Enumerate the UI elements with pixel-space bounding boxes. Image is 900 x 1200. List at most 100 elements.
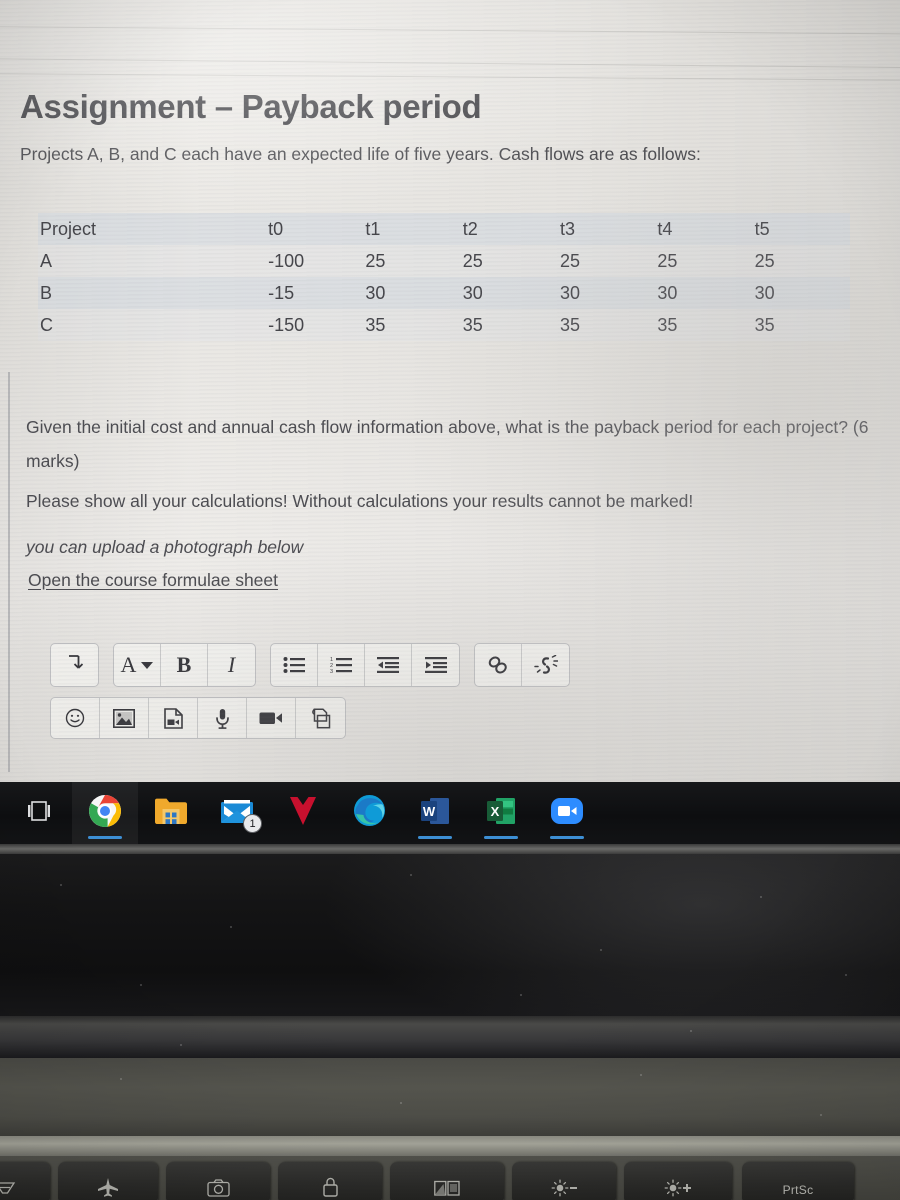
taskbar-item-task-view[interactable]: [6, 782, 72, 844]
duplicate-content-button[interactable]: [296, 698, 345, 738]
record-video-button[interactable]: [247, 698, 296, 738]
table-row: B -15 30 30 30 30 30: [38, 277, 850, 309]
insert-image-button[interactable]: [100, 698, 149, 738]
cell-value: 25: [365, 250, 386, 271]
formulae-sheet-link[interactable]: Open the course formulae sheet: [28, 570, 278, 591]
col-header-t2: t2: [462, 218, 478, 239]
table-row: C -150 35 35 35 35 35: [38, 309, 850, 341]
text-color-button[interactable]: A: [114, 644, 161, 686]
microphone-icon: [215, 708, 230, 729]
quiz-page: Assignment – Payback period Projects A, …: [0, 0, 900, 790]
col-header-t3: t3: [560, 218, 576, 239]
taskbar-item-zoom[interactable]: [534, 782, 600, 844]
camera-icon: [206, 1179, 230, 1197]
dual-display-icon: [434, 1180, 460, 1197]
active-indicator: [88, 836, 122, 839]
laptop-deck-edge: [0, 1136, 900, 1158]
cashflow-table: Project t0 t1 t2 t3 t4 t5 A -100 25 25 2…: [38, 213, 850, 341]
outdent-icon: [377, 656, 399, 674]
key-display-switch[interactable]: [390, 1162, 504, 1200]
key-brightness-up[interactable]: [624, 1162, 732, 1200]
key-brightness-down[interactable]: [512, 1162, 616, 1200]
italic-icon: I: [227, 652, 236, 677]
cell-value: -150: [268, 314, 305, 335]
outdent-button[interactable]: [365, 644, 412, 686]
insert-break-button[interactable]: [51, 644, 98, 686]
cell-value: 30: [365, 282, 386, 303]
key-print-screen-label: PrtSc: [782, 1183, 814, 1197]
record-audio-button[interactable]: [198, 698, 247, 738]
cell-value: 35: [657, 314, 678, 335]
laptop-deck: [0, 1058, 900, 1142]
cell-value: 25: [462, 250, 483, 271]
col-header-t1: t1: [365, 218, 381, 239]
toolbar-group-format: A B I: [113, 643, 256, 687]
key-airplane-mode[interactable]: [58, 1162, 158, 1200]
cell-value: 35: [365, 314, 386, 335]
taskbar-item-mail[interactable]: 1: [204, 782, 270, 844]
media-file-icon: [163, 707, 183, 729]
laptop-hinge: [0, 1016, 900, 1060]
cell-value: 25: [560, 250, 581, 271]
numbered-list-button[interactable]: 1 2 3: [318, 644, 365, 686]
excel-icon: X: [486, 796, 516, 831]
question-text: Given the initial cost and annual cash f…: [26, 417, 869, 471]
insert-emoji-button[interactable]: [51, 698, 100, 738]
key-print-screen[interactable]: PrtSc: [742, 1162, 854, 1200]
cell-project: C: [40, 314, 53, 335]
italic-button[interactable]: I: [208, 644, 255, 686]
cell-value: 30: [754, 282, 775, 303]
key-camera[interactable]: [166, 1162, 270, 1200]
taskbar-item-microsoft-word[interactable]: W: [402, 782, 468, 844]
laptop-bezel: [0, 854, 900, 1022]
remove-link-button[interactable]: [522, 644, 569, 686]
text-color-letter: A: [120, 652, 137, 677]
bold-button[interactable]: B: [161, 644, 208, 686]
cell-value: -100: [268, 250, 305, 271]
font-color-dropdown-icon: A: [121, 654, 154, 676]
windows-taskbar: 1 W X: [0, 782, 900, 844]
toolbar-group-insert-break: [50, 643, 99, 687]
mail-unread-badge: 1: [243, 814, 262, 833]
toolbar-group-lists: 1 2 3: [270, 643, 460, 687]
taskbar-item-file-explorer[interactable]: [138, 782, 204, 844]
cell-value: 30: [462, 282, 483, 303]
bulleted-list-button[interactable]: [271, 644, 318, 686]
insert-media-file-button[interactable]: [149, 698, 198, 738]
cell-value: -15: [268, 282, 295, 303]
word-icon: W: [420, 796, 450, 831]
mcafee-shield-icon: [288, 795, 318, 832]
col-header-t0: t0: [268, 218, 284, 239]
indent-button[interactable]: [412, 644, 459, 686]
content-indent-rule: [8, 372, 10, 772]
cell-value: 35: [560, 314, 581, 335]
upload-note-text: you can upload a photograph below: [26, 537, 304, 557]
active-indicator: [418, 836, 452, 839]
page-title: Assignment – Payback period: [20, 88, 482, 125]
brightness-up-icon: [664, 1179, 692, 1197]
key-lock[interactable]: [278, 1162, 382, 1200]
cell-value: 35: [462, 314, 483, 335]
taskbar-item-microsoft-edge[interactable]: [336, 782, 402, 844]
indent-icon: [424, 656, 447, 674]
brightness-down-icon: [551, 1179, 577, 1197]
broken-link-icon: [533, 654, 558, 676]
table-header-row: Project t0 t1 t2 t3 t4 t5: [38, 213, 850, 245]
active-indicator: [550, 836, 584, 839]
key-projector[interactable]: [0, 1162, 50, 1200]
bold-icon: B: [176, 652, 192, 677]
taskbar-item-mcafee[interactable]: [270, 782, 336, 844]
toolbar-row-1: A B I 1 2 3: [50, 643, 570, 687]
col-header-t5: t5: [754, 218, 770, 239]
keyboard-function-row: PrtSc: [0, 1156, 900, 1200]
cell-project: A: [40, 250, 53, 271]
taskbar-item-google-chrome[interactable]: [72, 782, 138, 844]
image-icon: [113, 708, 135, 728]
cell-value: 30: [560, 282, 581, 303]
arrow-down-turn-icon: [66, 654, 83, 676]
taskbar-item-microsoft-excel[interactable]: X: [468, 782, 534, 844]
insert-link-button[interactable]: [475, 644, 522, 686]
svg-text:X: X: [491, 804, 500, 819]
copy-pages-icon: [310, 707, 331, 729]
projector-icon: [0, 1181, 16, 1197]
